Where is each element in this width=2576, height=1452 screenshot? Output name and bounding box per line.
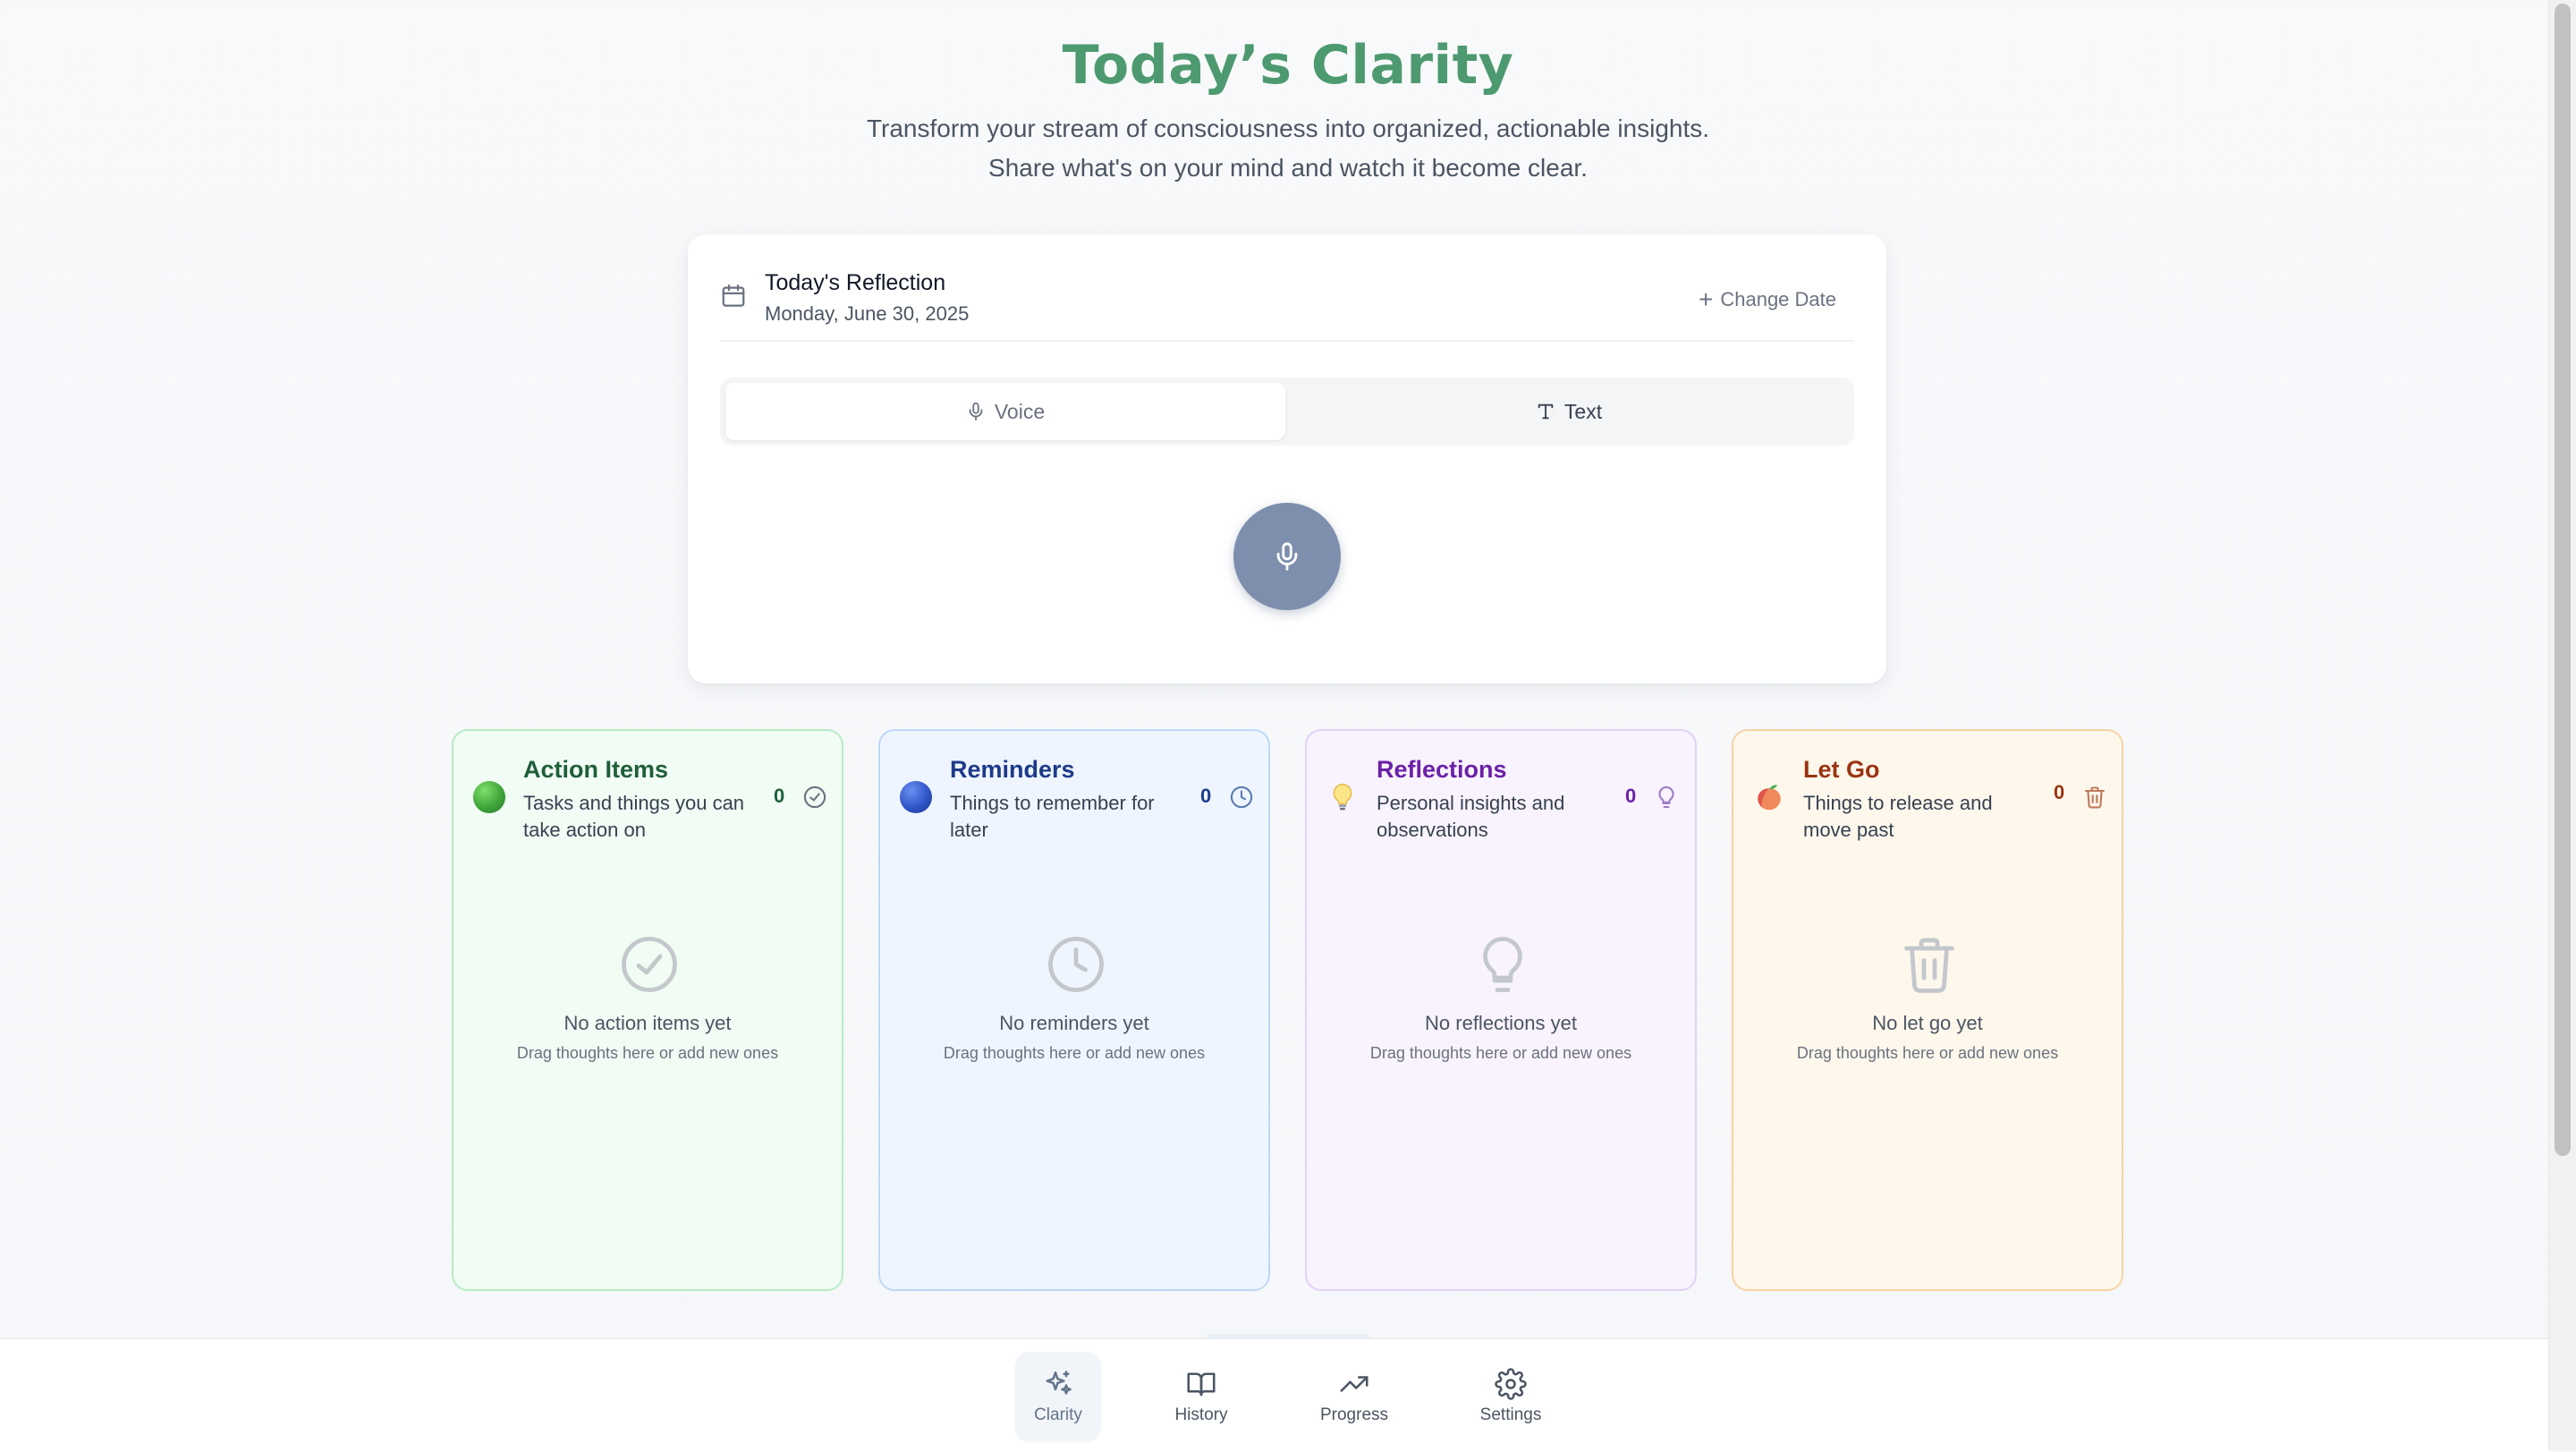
input-mode-toggle: Voice Text — [720, 378, 1854, 446]
card-description: Things to remember for later — [950, 792, 1155, 841]
blue-circle-icon — [900, 781, 932, 813]
bottom-nav: Clarity History Progress Settings — [0, 1337, 2549, 1452]
card-let-go[interactable]: Let Go Things to release and move past 0… — [1732, 729, 2123, 1291]
reflection-card: Today's Reflection Monday, June 30, 2025… — [688, 234, 1886, 684]
subtitle-line-2: Share what's on your mind and watch it b… — [988, 154, 1588, 182]
nav-item-clarity[interactable]: Clarity — [1015, 1352, 1101, 1441]
scrollbar-thumb[interactable] — [2555, 4, 2571, 1156]
page: Today’s Clarity Transform your stream of… — [0, 0, 2549, 1452]
card-count: 0 — [1200, 785, 1212, 807]
tab-text[interactable]: Text — [1289, 383, 1849, 440]
empty-title: No reflections yet — [1425, 1012, 1577, 1034]
page-title: Today’s Clarity — [1062, 34, 1514, 97]
card-description: Personal insights and observations — [1377, 792, 1565, 841]
card-description: Things to release and move past — [1803, 792, 1993, 841]
empty-hint: Drag thoughts here or add new ones — [943, 1044, 1206, 1062]
tab-voice[interactable]: Voice — [725, 383, 1285, 440]
card-action-items[interactable]: Action Items Tasks and things you can ta… — [452, 729, 843, 1291]
sparkles-icon — [1046, 1371, 1072, 1395]
mic-icon — [969, 402, 983, 421]
gear-icon — [1495, 1368, 1527, 1400]
peach-icon — [1758, 785, 1781, 811]
lightbulb-icon — [1483, 937, 1522, 992]
change-date-label: Change Date — [1720, 288, 1836, 310]
scrollbar[interactable] — [2548, 0, 2576, 1450]
empty-title: No reminders yet — [999, 1012, 1149, 1034]
card-title: Let Go — [1803, 756, 1880, 783]
book-icon — [1187, 1372, 1216, 1397]
card-count: 0 — [2054, 781, 2065, 803]
text-icon — [1538, 403, 1554, 420]
nav-item-settings[interactable]: Settings — [1468, 1352, 1554, 1441]
nav-label: History — [1174, 1405, 1228, 1424]
nav-label: Progress — [1319, 1405, 1389, 1424]
nav-label: Settings — [1479, 1405, 1542, 1424]
reflection-header: Today's Reflection Monday, June 30, 2025… — [720, 265, 1854, 342]
reflection-title: Today's Reflection — [765, 270, 946, 295]
tab-voice-label: Voice — [994, 399, 1046, 423]
empty-hint: Drag thoughts here or add new ones — [516, 1044, 779, 1062]
check-circle-icon — [622, 937, 677, 992]
empty-hint: Drag thoughts here or add new ones — [1369, 1044, 1632, 1062]
lightbulb-icon — [1658, 785, 1674, 809]
plus-icon: + — [1698, 285, 1714, 313]
card-title: Action Items — [523, 756, 669, 783]
change-date-button[interactable]: + Change Date — [1698, 285, 1836, 313]
trash-icon — [1904, 938, 1954, 993]
empty-title: No action items yet — [564, 1012, 732, 1034]
reflection-date: Monday, June 30, 2025 — [765, 302, 970, 325]
card-reminders[interactable]: Reminders Things to remember for later 0… — [878, 729, 1270, 1291]
card-reflections[interactable]: Reflections Personal insights and observ… — [1305, 729, 1697, 1291]
empty-title: No let go yet — [1872, 1012, 1983, 1034]
card-description: Tasks and things you can take action on — [523, 792, 745, 841]
calendar-icon — [722, 284, 745, 307]
nav-item-progress[interactable]: Progress — [1311, 1352, 1397, 1441]
trash-icon — [2085, 786, 2105, 809]
page-subtitle: Transform your stream of consciousness i… — [0, 109, 2576, 188]
nav-item-history[interactable]: History — [1158, 1352, 1244, 1441]
nav-label: Clarity — [1034, 1405, 1082, 1424]
empty-hint: Drag thoughts here or add new ones — [1796, 1044, 2059, 1062]
subtitle-line-1: Transform your stream of consciousness i… — [866, 115, 1710, 142]
light-bulb-icon — [1333, 783, 1352, 811]
trending-up-icon — [1340, 1376, 1368, 1392]
clock-icon — [1048, 937, 1104, 992]
card-count: 0 — [774, 785, 785, 807]
check-circle-icon — [803, 785, 826, 809]
mic-icon — [1276, 542, 1298, 571]
card-title: Reflections — [1377, 756, 1507, 783]
green-circle-icon — [473, 781, 505, 813]
record-button[interactable] — [1233, 503, 1341, 610]
clock-icon — [1230, 785, 1253, 809]
tab-text-label: Text — [1563, 399, 1603, 423]
card-title: Reminders — [950, 756, 1075, 783]
card-count: 0 — [1625, 785, 1637, 807]
